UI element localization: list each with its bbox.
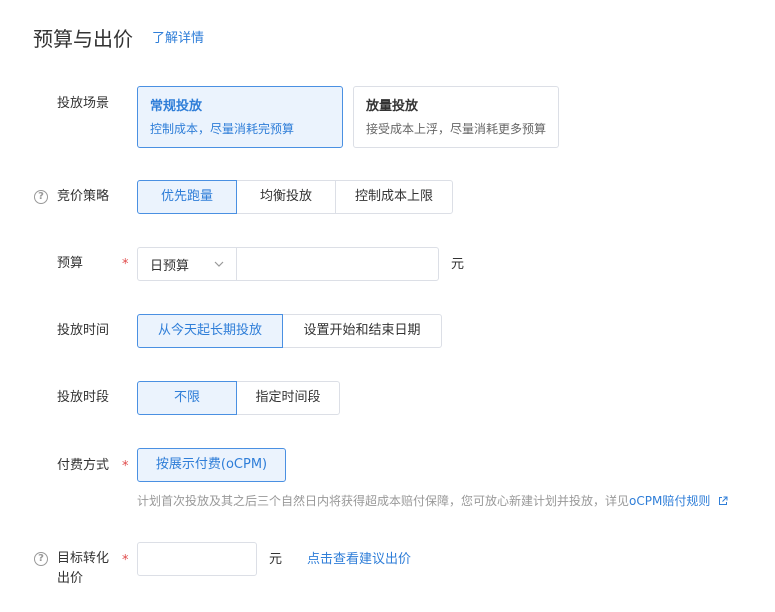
schedule-period-group: 不限 指定时间段 — [137, 381, 340, 415]
schedule-time-label: 投放时间 — [57, 323, 110, 338]
target-bid-label-line1: 目标转化 — [57, 551, 110, 566]
scene-option-regular[interactable]: 常规投放 控制成本，尽量消耗完预算 — [137, 86, 343, 148]
schedule-period-option-unlimited[interactable]: 不限 — [137, 381, 237, 415]
budget-unit: 元 — [451, 257, 465, 272]
billing-label: 付费方式 — [57, 458, 110, 473]
budget-type-value: 日预算 — [150, 258, 190, 274]
suggest-bid-link[interactable]: 点击查看建议出价 — [307, 551, 411, 569]
details-link[interactable]: 了解详情 — [152, 29, 204, 49]
schedule-time-group: 从今天起长期投放 设置开始和结束日期 — [137, 314, 442, 348]
bid-strategy-help-icon[interactable]: ? — [34, 190, 48, 204]
budget-amount-input[interactable] — [236, 247, 439, 281]
schedule-time-option-range[interactable]: 设置开始和结束日期 — [282, 314, 442, 348]
external-link-icon[interactable] — [718, 496, 728, 506]
scene-option-regular-title: 常规投放 — [150, 99, 203, 114]
billing-group: 按展示付费(oCPM) — [137, 448, 286, 482]
schedule-time-option-longterm[interactable]: 从今天起长期投放 — [137, 314, 283, 348]
bid-strategy-group: 优先跑量 均衡投放 控制成本上限 — [137, 180, 453, 214]
billing-hint: 计划首次投放及其之后三个自然日内将获得超成本赔付保障，您可放心新建计划并投放，详… — [137, 492, 728, 510]
bid-strategy-option-cost-cap[interactable]: 控制成本上限 — [335, 180, 453, 214]
bid-strategy-option-volume[interactable]: 优先跑量 — [137, 180, 237, 214]
target-bid-input[interactable] — [137, 542, 257, 576]
target-bid-label-line2: 出价 — [57, 571, 84, 586]
target-bid-required-mark: * — [122, 553, 129, 568]
billing-hint-text: 计划首次投放及其之后三个自然日内将获得超成本赔付保障，您可放心新建计划并投放，详… — [137, 494, 630, 508]
schedule-period-label: 投放时段 — [57, 390, 110, 405]
bid-strategy-label: 竞价策略 — [57, 189, 110, 204]
target-bid-help-icon[interactable]: ? — [34, 552, 48, 566]
bid-strategy-option-balanced[interactable]: 均衡投放 — [236, 180, 336, 214]
budget-type-select[interactable]: 日预算 — [137, 247, 237, 281]
scene-option-volume-desc: 接受成本上浮，尽量消耗更多预算 — [366, 122, 547, 136]
billing-required-mark: * — [122, 459, 129, 474]
scene-option-volume[interactable]: 放量投放 接受成本上浮，尽量消耗更多预算 — [353, 86, 559, 148]
budget-required-mark: * — [122, 257, 129, 272]
budget-label: 预算 — [57, 256, 84, 271]
schedule-period-option-specific[interactable]: 指定时间段 — [236, 381, 340, 415]
chevron-down-icon — [214, 261, 224, 267]
scene-option-regular-desc: 控制成本，尽量消耗完预算 — [150, 122, 295, 136]
scene-option-volume-title: 放量投放 — [366, 99, 419, 114]
page-title: 预算与出价 — [33, 27, 133, 51]
scene-label: 投放场景 — [57, 96, 110, 111]
target-bid-unit: 元 — [269, 552, 283, 567]
ocpm-rules-link[interactable]: oCPM赔付规则 — [629, 494, 710, 508]
billing-option-ocpm[interactable]: 按展示付费(oCPM) — [137, 448, 286, 482]
